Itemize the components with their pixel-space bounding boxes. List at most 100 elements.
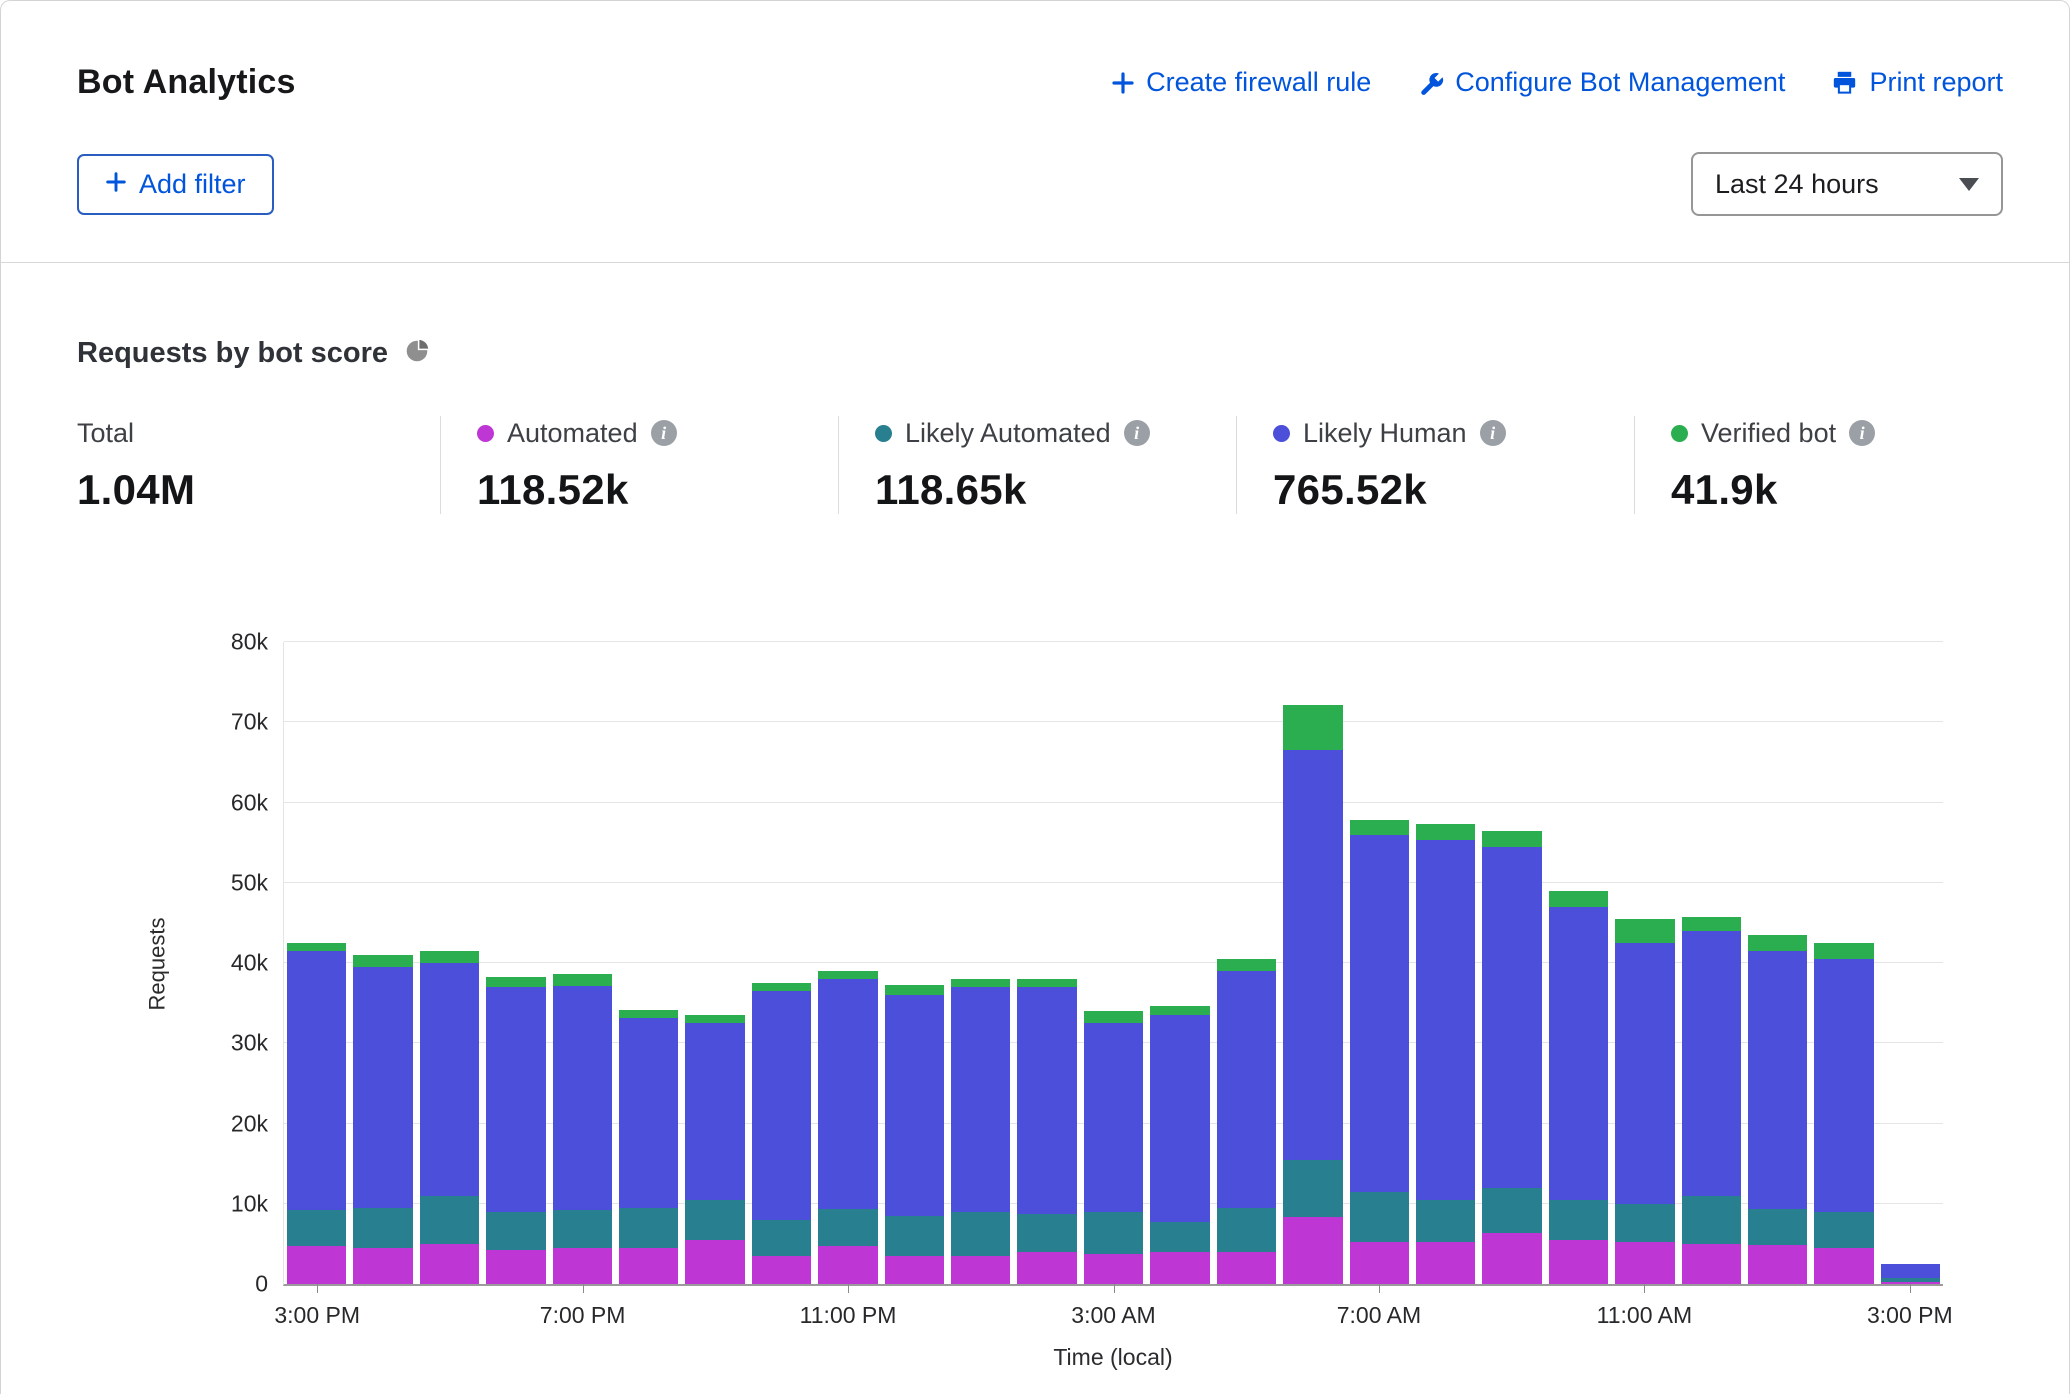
bar-segment-verified-bot[interactable] [752,983,811,991]
bar-segment-verified-bot[interactable] [1748,935,1807,951]
bar-segment-likely-automated[interactable] [486,1212,545,1250]
bar-segment-likely-automated[interactable] [818,1209,877,1246]
bar-segment-verified-bot[interactable] [951,979,1010,987]
bar-segment-automated[interactable] [1482,1233,1541,1284]
bar-segment-likely-human[interactable] [287,951,346,1210]
create-firewall-rule-link[interactable]: Create firewall rule [1111,67,1371,98]
bar-segment-likely-human[interactable] [619,1018,678,1208]
bar-segment-likely-automated[interactable] [553,1210,612,1248]
bar-segment-automated[interactable] [420,1244,479,1284]
bar-segment-verified-bot[interactable] [1549,891,1608,907]
bar-segment-automated[interactable] [619,1248,678,1284]
bar-segment-likely-human[interactable] [752,991,811,1220]
bar-segment-likely-human[interactable] [1549,907,1608,1200]
bar-segment-automated[interactable] [486,1250,545,1285]
bar-segment-verified-bot[interactable] [685,1015,744,1023]
bar-segment-likely-automated[interactable] [420,1196,479,1244]
bar-segment-verified-bot[interactable] [353,955,412,967]
bar-segment-likely-automated[interactable] [1748,1209,1807,1245]
bar-segment-automated[interactable] [1549,1240,1608,1284]
bar-segment-likely-automated[interactable] [1217,1208,1276,1252]
bar[interactable] [553,642,612,1284]
bar-segment-likely-human[interactable] [685,1023,744,1200]
bar-segment-automated[interactable] [885,1256,944,1284]
bar-segment-automated[interactable] [951,1256,1010,1284]
bar-segment-likely-automated[interactable] [1150,1222,1209,1252]
bar-segment-likely-human[interactable] [420,963,479,1196]
bar-segment-automated[interactable] [1150,1252,1209,1284]
bar-segment-likely-automated[interactable] [685,1200,744,1240]
bar[interactable] [1881,642,1940,1284]
bar-segment-automated[interactable] [1283,1217,1342,1284]
bar-segment-verified-bot[interactable] [553,974,612,985]
bar-segment-verified-bot[interactable] [1217,959,1276,971]
bar[interactable] [1615,642,1674,1284]
bar-segment-likely-automated[interactable] [1615,1204,1674,1243]
bar[interactable] [951,642,1010,1284]
bar-segment-likely-human[interactable] [818,979,877,1209]
bar-segment-likely-automated[interactable] [287,1210,346,1246]
bar-segment-verified-bot[interactable] [420,951,479,963]
bar[interactable] [1017,642,1076,1284]
bar-segment-automated[interactable] [1615,1242,1674,1284]
bar[interactable] [1350,642,1409,1284]
bar-segment-likely-human[interactable] [1482,847,1541,1188]
configure-bot-management-link[interactable]: Configure Bot Management [1417,67,1785,98]
bar-segment-automated[interactable] [287,1246,346,1284]
bar[interactable] [287,642,346,1284]
info-icon[interactable] [651,420,677,446]
bar[interactable] [1549,642,1608,1284]
bar[interactable] [1416,642,1475,1284]
bar-segment-verified-bot[interactable] [818,971,877,979]
bar-segment-likely-automated[interactable] [1017,1214,1076,1252]
bar[interactable] [752,642,811,1284]
bar-segment-likely-automated[interactable] [1482,1188,1541,1234]
info-icon[interactable] [1124,420,1150,446]
bar-segment-likely-human[interactable] [486,987,545,1212]
bar-segment-verified-bot[interactable] [1283,705,1342,751]
bar-segment-verified-bot[interactable] [1682,917,1741,931]
bar[interactable] [1482,642,1541,1284]
bar-segment-verified-bot[interactable] [1482,831,1541,847]
bar-segment-likely-human[interactable] [353,967,412,1208]
bar-segment-verified-bot[interactable] [1017,979,1076,987]
bar-segment-likely-automated[interactable] [752,1220,811,1256]
bar[interactable] [1217,642,1276,1284]
bar-segment-likely-automated[interactable] [1814,1212,1873,1248]
bar[interactable] [1084,642,1143,1284]
bar-segment-likely-human[interactable] [885,995,944,1216]
bar-segment-likely-human[interactable] [1615,943,1674,1204]
bar[interactable] [619,642,678,1284]
bar-segment-likely-automated[interactable] [1416,1200,1475,1243]
bar-segment-likely-human[interactable] [1150,1015,1209,1222]
bar[interactable] [885,642,944,1284]
bar-segment-automated[interactable] [1748,1245,1807,1284]
bar-segment-likely-automated[interactable] [1350,1192,1409,1243]
bar-segment-likely-human[interactable] [951,987,1010,1212]
bar[interactable] [1283,642,1342,1284]
bar-segment-likely-human[interactable] [1017,987,1076,1214]
bar-segment-likely-automated[interactable] [1549,1200,1608,1240]
bar-segment-verified-bot[interactable] [486,977,545,987]
info-icon[interactable] [1849,420,1875,446]
bar[interactable] [1150,642,1209,1284]
bar-segment-likely-automated[interactable] [1084,1212,1143,1254]
bar-segment-automated[interactable] [685,1240,744,1284]
bar[interactable] [1682,642,1741,1284]
bar-segment-verified-bot[interactable] [885,985,944,995]
bar-segment-likely-automated[interactable] [951,1212,1010,1256]
bar-segment-automated[interactable] [1682,1244,1741,1284]
bar-segment-likely-human[interactable] [1084,1023,1143,1212]
bar-segment-automated[interactable] [1217,1252,1276,1284]
bar-segment-likely-automated[interactable] [1682,1196,1741,1244]
bar-segment-automated[interactable] [818,1246,877,1284]
bar-segment-verified-bot[interactable] [1416,824,1475,840]
bar-segment-automated[interactable] [1814,1248,1873,1284]
bar-segment-likely-human[interactable] [1814,959,1873,1212]
bar-segment-likely-human[interactable] [1682,931,1741,1196]
bar-segment-verified-bot[interactable] [1814,943,1873,959]
bar-segment-likely-human[interactable] [1350,835,1409,1192]
bar-segment-automated[interactable] [553,1248,612,1284]
add-filter-button[interactable]: Add filter [77,154,274,215]
bar[interactable] [1748,642,1807,1284]
